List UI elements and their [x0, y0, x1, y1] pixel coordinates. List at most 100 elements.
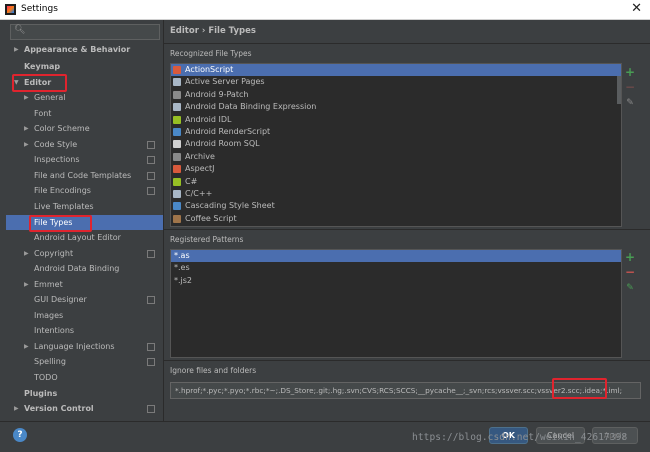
file-type-row[interactable]: Archive	[171, 151, 621, 163]
add-file-type-button[interactable]: +	[624, 66, 636, 78]
project-settings-icon	[147, 187, 155, 195]
file-type-row[interactable]: AspectJ	[171, 163, 621, 175]
chevron-right-icon[interactable]: ▶	[24, 137, 29, 152]
sidebar-item-intentions[interactable]: Intentions	[6, 323, 163, 338]
add-pattern-button[interactable]: +	[624, 251, 636, 263]
file-type-row[interactable]: C/C++	[171, 188, 621, 200]
file-type-row[interactable]: ActionScript	[171, 64, 621, 77]
file-type-icon	[173, 214, 181, 223]
pattern-text: *.es	[174, 263, 190, 273]
file-type-icon	[173, 127, 181, 136]
sidebar-item-label: Appearance & Behavior	[24, 45, 131, 54]
chevron-right-icon[interactable]: ▶	[14, 401, 19, 416]
sidebar-item-label: Images	[34, 311, 64, 320]
file-type-name: C/C++	[185, 188, 213, 198]
watermark: https://blog.csdn.net/weixin_42617398	[412, 432, 628, 443]
chevron-right-icon[interactable]: ▶	[24, 121, 29, 136]
edit-file-type-button[interactable]: ✎	[624, 97, 636, 109]
divider	[164, 360, 650, 361]
recognized-file-types-list[interactable]: ActionScript Active Server Pages Android 9…	[170, 63, 622, 227]
project-settings-icon	[147, 156, 155, 164]
chevron-right-icon[interactable]: ▶	[24, 339, 29, 354]
breadcrumb: Editor › File Types	[170, 26, 256, 36]
file-type-row[interactable]: Android Room SQL	[171, 138, 621, 150]
file-type-row[interactable]: Android 9-Patch	[171, 89, 621, 101]
edit-pattern-button[interactable]: ✎	[624, 282, 636, 294]
pattern-row[interactable]: *.js2	[171, 275, 621, 287]
sidebar-item-live-templates[interactable]: Live Templates	[6, 199, 163, 214]
divider	[164, 43, 650, 44]
file-type-icon	[173, 140, 181, 149]
chevron-right-icon[interactable]: ▶	[24, 277, 29, 292]
file-type-name: Android Room SQL	[185, 139, 260, 149]
chevron-right-icon[interactable]: ▶	[24, 246, 29, 261]
sidebar-item-gui-designer[interactable]: GUI Designer	[6, 292, 163, 307]
file-type-row[interactable]: Active Server Pages	[171, 76, 621, 88]
close-icon[interactable]: ✕	[631, 1, 642, 16]
search-input[interactable]	[29, 25, 154, 39]
project-settings-icon	[147, 358, 155, 366]
file-type-name: Active Server Pages	[185, 77, 265, 87]
highlight-editor	[12, 74, 67, 92]
window-title: Settings	[21, 4, 58, 14]
project-settings-icon	[147, 172, 155, 180]
file-type-row[interactable]: Coffee Script	[171, 213, 621, 225]
sidebar-item-images[interactable]: Images	[6, 308, 163, 323]
sidebar-item-appearance-behavior[interactable]: ▶ Appearance & Behavior	[6, 42, 163, 57]
chevron-right-icon[interactable]: ▶	[24, 90, 29, 105]
sidebar-item-label: Inspections	[34, 155, 80, 164]
title-bar: Settings ✕	[0, 0, 650, 20]
file-type-icon	[173, 78, 181, 87]
recognized-file-types-label: Recognized File Types	[170, 49, 252, 58]
sidebar-item-plugins[interactable]: Plugins	[6, 386, 163, 401]
sidebar-item-font[interactable]: Font	[6, 106, 163, 121]
sidebar-item-language-injections[interactable]: ▶ Language Injections	[6, 339, 163, 354]
file-type-row[interactable]: Android Data Binding Expression	[171, 101, 621, 113]
sidebar-item-version-control[interactable]: ▶ Version Control	[6, 401, 163, 416]
sidebar-item-code-style[interactable]: ▶ Code Style	[6, 137, 163, 152]
file-type-name: C#	[185, 176, 198, 186]
highlight-file-types	[29, 215, 92, 232]
file-type-name: ActionScript	[185, 65, 234, 74]
file-type-name: Android 9-Patch	[185, 89, 249, 99]
file-type-icon	[173, 177, 181, 186]
sidebar-item-label: File and Code Templates	[34, 171, 132, 180]
pattern-row[interactable]: *.es	[171, 262, 621, 274]
registered-patterns-list[interactable]: *.as *.es *.js2	[170, 249, 622, 358]
sidebar-item-android-layout-editor[interactable]: Android Layout Editor	[6, 230, 163, 245]
remove-file-type-button[interactable]: −	[624, 81, 636, 93]
help-icon[interactable]: ?	[13, 428, 27, 442]
file-type-row[interactable]: Android RenderScript	[171, 126, 621, 138]
sidebar-item-todo[interactable]: TODO	[6, 370, 163, 385]
file-type-name: AspectJ	[185, 164, 215, 174]
sidebar-item-label: Font	[34, 109, 52, 118]
file-type-icon	[173, 90, 181, 99]
sidebar-item-copyright[interactable]: ▶ Copyright	[6, 246, 163, 261]
sidebar-item-label: Language Injections	[34, 342, 115, 351]
sidebar-item-file-encodings[interactable]: File Encodings	[6, 183, 163, 198]
sidebar-item-label: GUI Designer	[34, 295, 87, 304]
sidebar-item-label: Plugins	[24, 389, 58, 398]
sidebar-item-color-scheme[interactable]: ▶ Color Scheme	[6, 121, 163, 136]
sidebar-item-file-and-code-templates[interactable]: File and Code Templates	[6, 168, 163, 183]
sidebar-item-keymap[interactable]: Keymap	[6, 59, 163, 74]
sidebar-item-inspections[interactable]: Inspections	[6, 152, 163, 167]
chevron-right-icon[interactable]: ▶	[14, 42, 19, 57]
file-type-row[interactable]: Android IDL	[171, 114, 621, 126]
search-box[interactable]: 🔍︎	[10, 24, 160, 40]
sidebar-item-label: Code Style	[34, 140, 78, 149]
sidebar-item-emmet[interactable]: ▶ Emmet	[6, 277, 163, 292]
sidebar-item-android-data-binding[interactable]: Android Data Binding	[6, 261, 163, 276]
pattern-row[interactable]: *.as	[171, 250, 621, 263]
remove-pattern-button[interactable]: −	[624, 266, 636, 278]
sidebar-item-spelling[interactable]: Spelling	[6, 354, 163, 369]
file-type-row[interactable]: Cascading Style Sheet	[171, 200, 621, 212]
sidebar-item-label: Color Scheme	[34, 124, 90, 133]
project-settings-icon	[147, 250, 155, 258]
file-type-row[interactable]: C#	[171, 176, 621, 188]
file-type-icon	[173, 66, 181, 74]
file-type-name: Coffee Script	[185, 213, 237, 223]
sidebar-item-label: File Encodings	[34, 186, 91, 195]
sidebar-item-general[interactable]: ▶ General	[6, 90, 163, 105]
settings-window: Settings ✕ 🔍︎ ▶ Appearance & Behavior Keym…	[0, 0, 650, 452]
